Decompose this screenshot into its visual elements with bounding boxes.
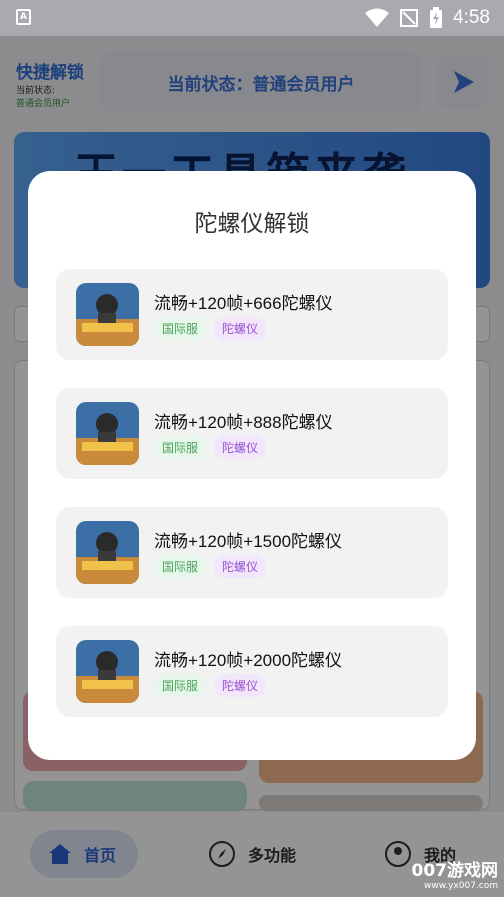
tag-gyro: 陀螺仪 [214,555,267,578]
game-icon [76,640,139,703]
clock: 4:58 [453,7,490,28]
tag-region: 国际服 [154,317,207,340]
battery-charging-icon [430,7,443,28]
list-item[interactable]: 流畅+120帧+666陀螺仪 国际服 陀螺仪 [56,269,448,360]
tag-region: 国际服 [154,436,207,459]
item-name: 流畅+120帧+2000陀螺仪 [154,651,343,670]
list-item[interactable]: 流畅+120帧+2000陀螺仪 国际服 陀螺仪 [56,626,448,717]
no-signal-icon [400,9,419,27]
game-icon [76,521,139,584]
item-name: 流畅+120帧+1500陀螺仪 [154,532,343,551]
list-item[interactable]: 流畅+120帧+888陀螺仪 国际服 陀螺仪 [56,388,448,479]
list-item[interactable]: 流畅+120帧+1500陀螺仪 国际服 陀螺仪 [56,507,448,598]
game-icon [76,402,139,465]
tag-region: 国际服 [154,674,207,697]
watermark-brand: 007游戏网 [411,861,499,881]
dialog-title: 陀螺仪解锁 [194,211,310,237]
tag-gyro: 陀螺仪 [214,674,267,697]
status-bar-right: 4:58 [365,6,490,30]
game-icon [76,283,139,346]
tag-region: 国际服 [154,555,207,578]
tag-gyro: 陀螺仪 [214,436,267,459]
item-name: 流畅+120帧+888陀螺仪 [154,413,333,432]
gyro-unlock-dialog: 陀螺仪解锁 流畅+120帧+666陀螺仪 国际服 陀螺仪 流畅+120帧+888… [28,171,476,760]
watermark-url: www.yx007.com [423,881,498,891]
item-name: 流畅+120帧+666陀螺仪 [154,294,333,313]
app-notification-icon: A [16,9,31,25]
tag-gyro: 陀螺仪 [214,317,267,340]
wifi-icon [365,8,390,27]
watermark: 007游戏网 www.yx007.com [412,856,499,891]
status-bar: A 4:58 [0,0,504,36]
